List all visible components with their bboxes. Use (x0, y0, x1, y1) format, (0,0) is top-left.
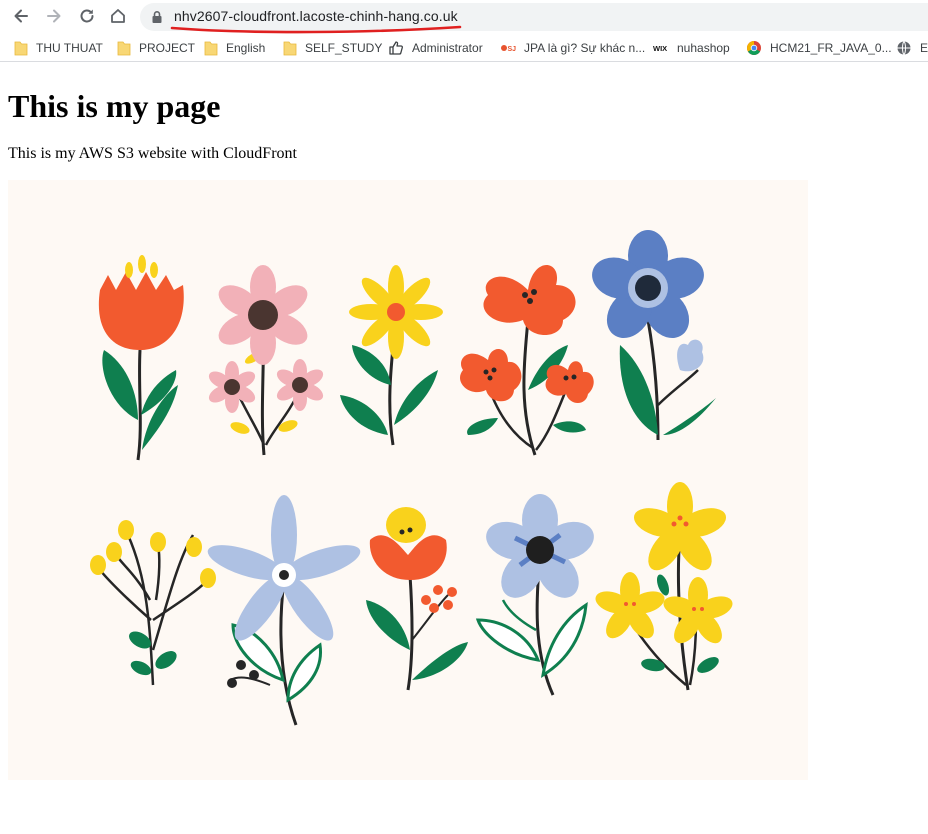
bookmark-ei[interactable]: EI (896, 38, 928, 58)
bookmark-label: English (226, 41, 266, 55)
forward-arrow-icon (47, 9, 61, 23)
svg-text:WIX: WIX (653, 44, 667, 53)
folder-icon (117, 41, 131, 56)
forward-button[interactable] (41, 4, 67, 28)
home-icon (111, 9, 125, 23)
folder-icon (204, 41, 218, 56)
bookmark-label: JPA là gì? Sự khác n... (524, 41, 646, 55)
bookmark-jpa[interactable]: SJ JPA là gì? Sự khác n... (500, 38, 645, 58)
globe-icon (897, 41, 911, 55)
lock-icon[interactable] (150, 10, 164, 24)
home-button[interactable] (105, 4, 131, 28)
bookmark-label: SELF_STUDY (305, 41, 383, 55)
bookmark-project[interactable]: PROJECT (117, 38, 195, 58)
browser-toolbar: nhv2607-cloudfront.lacoste-chinh-hang.co… (0, 0, 928, 34)
reload-button[interactable] (74, 4, 100, 28)
bookmark-label: THU THUAT (36, 41, 103, 55)
bookmark-label: HCM21_FR_JAVA_0... (770, 41, 892, 55)
bookmark-label: EI (920, 41, 928, 55)
page-description: This is my AWS S3 website with CloudFron… (8, 145, 297, 162)
bookmark-english[interactable]: English (204, 38, 265, 58)
url-text[interactable]: nhv2607-cloudfront.lacoste-chinh-hang.co… (174, 8, 458, 24)
folder-icon (283, 41, 297, 56)
back-button[interactable] (8, 4, 34, 28)
folder-icon (14, 41, 28, 56)
bookmark-hcm21[interactable]: HCM21_FR_JAVA_0... (746, 38, 892, 58)
svg-text:SJ: SJ (508, 46, 517, 53)
bookmark-label: nuhashop (677, 41, 730, 55)
bookmarks-bar: THU THUAT PROJECT English SELF_STUDY Adm… (0, 34, 928, 62)
bookmark-label: PROJECT (139, 41, 196, 55)
bookmark-thu-thuat[interactable]: THU THUAT (14, 38, 103, 58)
wix-icon: WIX (653, 44, 667, 53)
site-favicon-icon: SJ (501, 45, 517, 53)
flower-illustration-image (8, 180, 808, 780)
bookmark-nuhashop[interactable]: WIX nuhashop (653, 38, 730, 58)
bookmark-self-study[interactable]: SELF_STUDY (283, 38, 382, 58)
bookmark-label: Administrator (412, 41, 483, 55)
flower-illustration-icon (8, 180, 808, 780)
back-arrow-icon (14, 9, 28, 23)
red-annotation-underline (170, 25, 462, 34)
thumbs-up-icon (389, 41, 403, 55)
page-heading: This is my page (8, 88, 221, 124)
chrome-icon (747, 41, 761, 55)
bookmark-administrator[interactable]: Administrator (388, 38, 483, 58)
reload-icon (80, 9, 94, 23)
